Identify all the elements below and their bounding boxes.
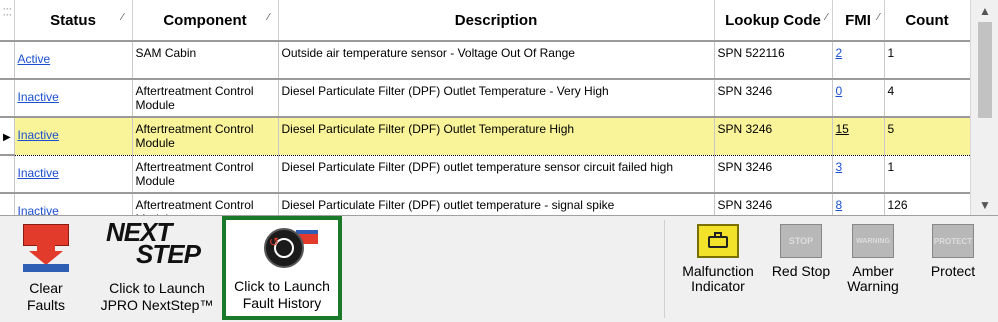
status-cell[interactable]: Inactive [14,193,133,215]
table-row[interactable]: Inactive Aftertreatment Control Module D… [0,155,971,194]
clear-faults-icon [23,224,69,272]
clear-faults-label: Clear Faults [26,280,66,313]
status-link[interactable]: Inactive [18,90,59,104]
component-cell: SAM Cabin [132,41,279,80]
lookup-code-cell: SPN 3246 [714,116,833,156]
fault-history-label: Click to Launch Fault History [234,278,330,311]
toolbar-divider [664,220,665,318]
column-header-status[interactable]: Status ⁄ [14,0,133,42]
count-cell: 1 [884,155,971,194]
description-cell: Diesel Particulate Filter (DPF) Outlet T… [278,79,715,118]
row-indicator[interactable]: ▶ [0,117,15,156]
fmi-link[interactable]: 2 [836,46,843,60]
count-cell: 126 [884,193,971,215]
status-cell[interactable]: Active [14,41,133,80]
scrollbar-thumb[interactable] [978,22,992,118]
protect-label: Protect [930,263,976,279]
fault-table: ··· ··· Status ⁄ Component ⁄ Description Lo… [0,0,971,215]
lookup-code-cell: SPN 522116 [714,41,833,80]
description-cell: Diesel Particulate Filter (DPF) Outlet T… [278,116,715,156]
amber-warning-label: Amber Warning [847,263,899,294]
scroll-down-arrow-icon[interactable]: ▼ [971,194,998,215]
status-link[interactable]: Active [18,52,51,66]
status-link[interactable]: Inactive [18,128,59,142]
lookup-code-cell: SPN 3246 [714,193,833,215]
column-header-lookup-code[interactable]: Lookup Code ⁄ [714,0,833,42]
table-row-selected[interactable]: ▶ Inactive Aftertreatment Control Module… [0,116,971,156]
fmi-link[interactable]: 0 [836,84,843,98]
clear-faults-button[interactable]: Clear Faults [16,224,76,314]
fmi-cell[interactable]: 15 [832,116,885,156]
red-stop-label: Red Stop [771,263,831,279]
fmi-cell[interactable]: 8 [832,193,885,215]
fmi-cell[interactable]: 3 [832,155,885,194]
header-row: ··· ··· Status ⁄ Component ⁄ Description Lo… [0,0,971,42]
component-cell: Aftertreatment Control Module [132,155,279,194]
count-cell: 1 [884,41,971,80]
status-cell[interactable]: Inactive [14,155,133,194]
status-cell[interactable]: Inactive [13,116,133,156]
red-stop-lamp: STOP [780,224,822,258]
protect-lamp: PROTECT [932,224,974,258]
count-cell: 5 [884,116,971,156]
fmi-link[interactable]: 8 [836,198,843,212]
clock-history-icon: ↺ [252,226,318,276]
status-link[interactable]: Inactive [18,166,59,180]
row-indicator[interactable] [0,41,15,80]
nextstep-logo-step: STEP [136,239,201,269]
current-row-arrow-icon: ▶ [3,132,11,143]
fmi-link[interactable]: 15 [836,122,849,136]
nextstep-logo: NEXT STEP [96,219,218,276]
row-indicator[interactable] [0,193,15,215]
malfunction-indicator: Malfunction Indicator [680,224,756,294]
row-header-corner: ··· ··· [0,0,15,42]
row-indicator[interactable] [0,155,15,194]
component-header-label: Component [163,11,247,29]
sort-icon: ⁄ [121,12,124,23]
table-row[interactable]: Inactive Aftertreatment Control Module D… [0,79,971,118]
protect-indicator: PROTECT Protect [918,224,988,279]
description-cell: Diesel Particulate Filter (DPF) outlet t… [278,155,715,194]
table-row[interactable]: Inactive Aftertreatment Control Module D… [0,193,971,215]
fmi-cell[interactable]: 2 [832,41,885,80]
fmi-cell[interactable]: 0 [832,79,885,118]
engine-icon [697,224,739,258]
lookup-code-cell: SPN 3246 [714,155,833,194]
description-header-label: Description [454,11,538,29]
component-cell: Aftertreatment Control Module [132,79,279,118]
count-header-label: Count [905,11,949,29]
status-link[interactable]: Inactive [18,204,59,215]
lookup-code-cell: SPN 3246 [714,79,833,118]
amber-warning-indicator: WARNING Amber Warning [838,224,908,294]
row-indicator[interactable] [0,79,15,118]
component-cell: Aftertreatment Control Module [132,193,279,215]
nextstep-button[interactable]: NEXT STEP Click to Launch JPRO NextStep™ [96,219,218,314]
fault-toolbar: Clear Faults NEXT STEP Click to Launch J… [0,216,998,322]
fault-history-button[interactable]: ↺ Click to Launch Fault History [222,216,342,320]
description-cell: Diesel Particulate Filter (DPF) outlet t… [278,193,715,215]
fmi-link[interactable]: 3 [836,160,843,174]
sort-icon: ⁄ [877,12,880,23]
vertical-scrollbar[interactable]: ▲ ▼ [970,0,998,215]
scroll-up-arrow-icon[interactable]: ▲ [971,0,998,22]
sort-icon: ⁄ [825,12,828,23]
fmi-header-label: FMI [845,11,871,29]
column-header-fmi[interactable]: FMI ⁄ [832,0,885,42]
column-header-component[interactable]: Component ⁄ [132,0,279,42]
lookup-code-header-label: Lookup Code [725,11,821,29]
malfunction-label: Malfunction Indicator [682,263,754,294]
fault-grid: ··· ··· Status ⁄ Component ⁄ Description Lo… [0,0,998,216]
column-header-count[interactable]: Count [884,0,971,42]
count-cell: 4 [884,79,971,118]
description-cell: Outside air temperature sensor - Voltage… [278,41,715,80]
amber-warning-lamp: WARNING [852,224,894,258]
status-cell[interactable]: Inactive [14,79,133,118]
table-row[interactable]: Active SAM Cabin Outside air temperature… [0,41,971,80]
sort-icon: ⁄ [267,12,270,23]
column-header-description[interactable]: Description [278,0,715,42]
red-stop-indicator: STOP Red Stop [766,224,836,279]
component-cell: Aftertreatment Control Module [132,116,279,156]
status-header-label: Status [50,11,96,29]
nextstep-label: Click to Launch JPRO NextStep™ [100,280,214,313]
